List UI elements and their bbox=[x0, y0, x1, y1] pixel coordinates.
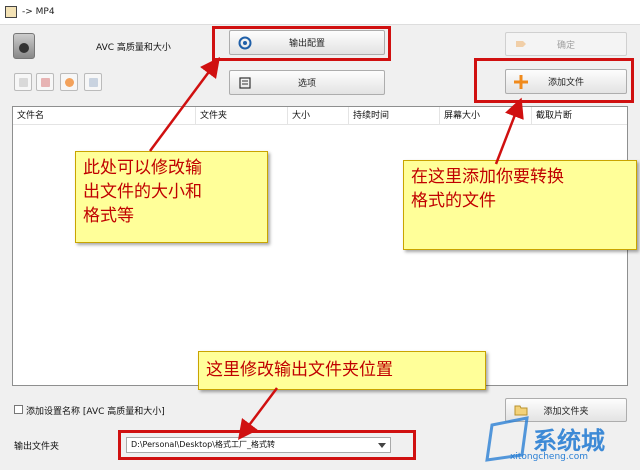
gear-icon bbox=[238, 36, 252, 50]
add-file-label: 添加文件 bbox=[547, 78, 584, 88]
column-header-filename[interactable]: 文件名 bbox=[13, 107, 196, 125]
annotation-right-line-2: 格式的文件 bbox=[411, 191, 496, 211]
column-header-duration[interactable]: 持续时间 bbox=[349, 107, 440, 125]
remove-tool-button[interactable] bbox=[14, 73, 32, 91]
column-header-clip[interactable]: 截取片断 bbox=[532, 107, 629, 125]
profile-name: AVC 高质量和大小 bbox=[96, 43, 171, 53]
add-file-button[interactable]: 添加文件 bbox=[505, 69, 627, 94]
column-header-folder[interactable]: 文件夹 bbox=[196, 107, 288, 125]
title-bar bbox=[0, 0, 640, 24]
annotation-callout-add-file: 在这里添加你要转换 格式的文件 bbox=[403, 160, 637, 250]
ok-button[interactable]: 确定 bbox=[505, 32, 627, 56]
annotation-callout-size-format: 此处可以修改输 出文件的大小和 格式等 bbox=[75, 151, 268, 243]
column-header-size[interactable]: 大小 bbox=[288, 107, 349, 125]
remove-icon bbox=[19, 78, 28, 87]
options-icon bbox=[238, 76, 252, 90]
info-tool-button[interactable] bbox=[84, 73, 102, 91]
output-folder-label: 输出文件夹 bbox=[14, 442, 60, 452]
output-folder-select[interactable]: D:\Personal\Desktop\格式工厂_格式转 bbox=[126, 437, 391, 453]
options-label: 选项 bbox=[297, 79, 316, 89]
annotation-left-line-1: 此处可以修改输 bbox=[83, 158, 202, 178]
annotation-right-line-1: 在这里添加你要转换 bbox=[411, 167, 564, 187]
delete-tool-button[interactable] bbox=[36, 73, 54, 91]
play-icon bbox=[65, 78, 74, 87]
window-title: -> MP4 bbox=[22, 7, 55, 17]
append-setting-checkbox[interactable] bbox=[14, 405, 23, 414]
annotation-bottom-text: 这里修改输出文件夹位置 bbox=[206, 360, 393, 380]
delete-icon bbox=[41, 78, 50, 87]
table-header: 文件名 文件夹 大小 持续时间 屏幕大小 截取片断 bbox=[13, 107, 627, 125]
output-folder-value: D:\Personal\Desktop\格式工厂_格式转 bbox=[131, 440, 275, 449]
options-button[interactable]: 选项 bbox=[229, 70, 385, 95]
append-setting-label: 添加设置名称 [AVC 高质量和大小] bbox=[26, 407, 165, 417]
app-icon bbox=[5, 6, 17, 18]
column-header-screen-size[interactable]: 屏幕大小 bbox=[440, 107, 532, 125]
output-config-button[interactable]: 输出配置 bbox=[229, 30, 385, 55]
mp4-profile-icon bbox=[13, 33, 35, 59]
info-icon bbox=[89, 78, 98, 87]
output-config-label: 输出配置 bbox=[288, 39, 325, 49]
watermark-text: 系统城 bbox=[533, 427, 605, 455]
ok-icon bbox=[514, 37, 528, 51]
annotation-left-line-2: 出文件的大小和 bbox=[83, 182, 202, 202]
ok-label: 确定 bbox=[556, 40, 575, 51]
annotation-left-line-3: 格式等 bbox=[83, 206, 134, 226]
plus-icon bbox=[514, 74, 528, 89]
annotation-callout-output-folder: 这里修改输出文件夹位置 bbox=[198, 351, 486, 390]
play-tool-button[interactable] bbox=[60, 73, 78, 91]
watermark-url: xitongcheng.com bbox=[510, 452, 588, 462]
chevron-down-icon bbox=[378, 443, 386, 448]
